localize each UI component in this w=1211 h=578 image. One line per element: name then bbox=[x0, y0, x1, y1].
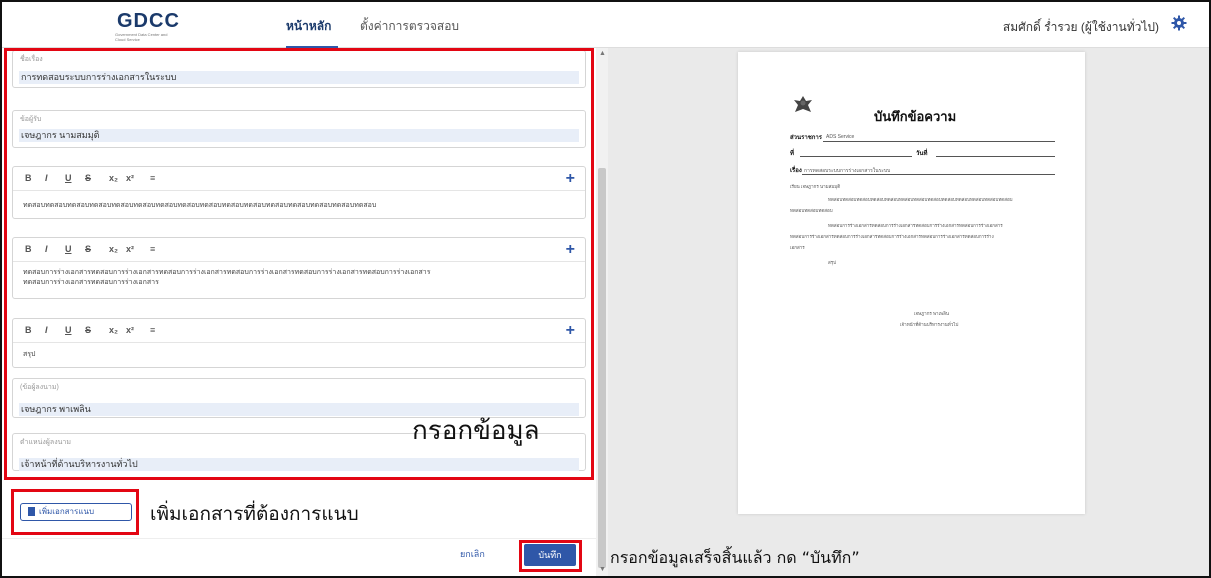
memo-to: เรียน เจษฎากร นามสมมุติ bbox=[790, 184, 841, 189]
memo-subject-label: เรื่อง bbox=[790, 168, 802, 174]
memo-body-2a: ทดสอบการร่างเอกสารทดสอบการร่างเอกสารทดสอ… bbox=[828, 223, 1003, 228]
memo-body-2c: เอกสาร bbox=[790, 245, 805, 250]
ref-label: ที่ bbox=[790, 151, 794, 157]
scroll-up-arrow[interactable]: ▲ bbox=[599, 50, 606, 57]
gear-icon[interactable] bbox=[1171, 15, 1187, 31]
top-bar: GDCC Government Data Center and Cloud Se… bbox=[2, 2, 1209, 49]
agency-value: ADS Service bbox=[826, 134, 855, 140]
save-button[interactable]: บันทึก bbox=[524, 544, 576, 566]
agency-label: ส่วนราชการ bbox=[790, 135, 823, 141]
logo-subtitle: Government Data Center and Cloud Service bbox=[115, 32, 168, 42]
nav-home[interactable]: หน้าหลัก bbox=[286, 17, 331, 36]
memo-signer: เจษฎากร พาเพลิน bbox=[914, 311, 949, 316]
document-preview: บันทึกข้อความ ส่วนราชการ ADS Service ที่… bbox=[738, 52, 1085, 514]
cancel-button[interactable]: ยกเลิก bbox=[460, 547, 485, 561]
memo-summary: สรุป bbox=[828, 260, 837, 265]
agency-line bbox=[823, 141, 1055, 142]
date-line bbox=[936, 156, 1055, 157]
fill-form-annotation: กรอกข้อมูล bbox=[412, 416, 540, 446]
divider bbox=[2, 538, 596, 539]
nav-settings[interactable]: ตั้งค่าการตรวจสอบ bbox=[360, 17, 459, 36]
garuda-seal-icon bbox=[794, 96, 812, 112]
scroll-down-arrow[interactable]: ▼ bbox=[599, 566, 606, 573]
subject-line bbox=[802, 174, 1055, 175]
scrollbar-thumb[interactable] bbox=[598, 168, 606, 568]
save-annotation: กรอกข้อมูลเสร็จสิ้นแล้ว กด “บันทึก” bbox=[610, 548, 860, 567]
memo-body-2b: ทดสอบการร่างเอกสารทดสอบการร่างเอกสารทดสอ… bbox=[790, 234, 994, 239]
add-attachment-button[interactable]: เพิ่มเอกสารแนบ bbox=[20, 503, 132, 521]
memo-body-1b: ทดสอบทดสอบทดสอบ bbox=[790, 208, 833, 213]
logo[interactable]: GDCC bbox=[117, 10, 180, 33]
memo-signer-position: เจ้าหน้าที่ด้านบริหารงานทั่วไป bbox=[900, 322, 959, 327]
user-name[interactable]: สมศักดิ์ ร่ำรวย (ผู้ใช้งานทั่วไป) bbox=[1003, 18, 1159, 37]
date-label: วันที่ bbox=[916, 151, 928, 157]
memo-body-1a: ทดสอบทดสอบทดสอบทดสอบทดสอบทดสอบทดสอบทดสอบ… bbox=[828, 197, 1013, 202]
attach-annotation: เพิ่มเอกสารที่ต้องการแนบ bbox=[150, 503, 359, 525]
memo-title: บันทึกข้อความ bbox=[874, 110, 957, 125]
file-icon bbox=[28, 507, 35, 516]
ref-line bbox=[800, 156, 912, 157]
add-attachment-label: เพิ่มเอกสารแนบ bbox=[39, 507, 95, 516]
